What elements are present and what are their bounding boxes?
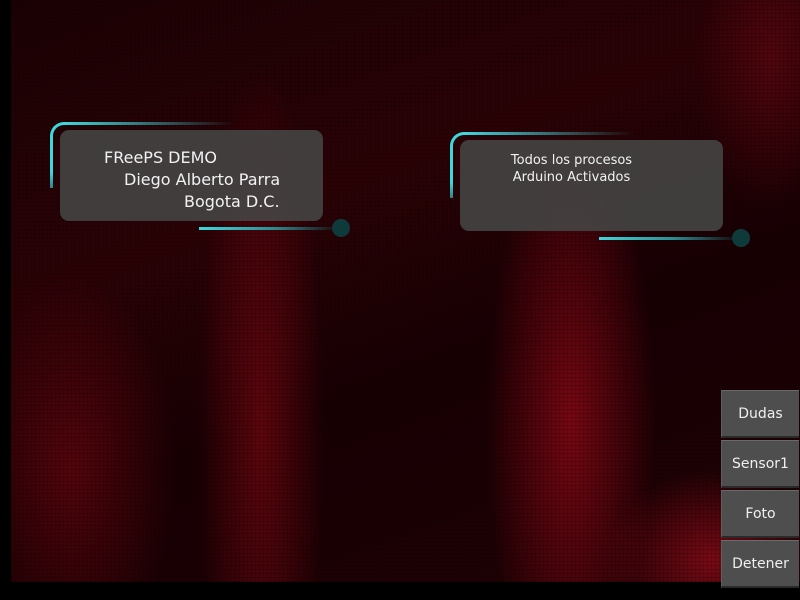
bubble-accent-top: [464, 132, 634, 135]
bubble-tail-line: [599, 237, 733, 240]
app-screen: FReePS DEMO Diego Alberto Parra Bogota D…: [0, 0, 800, 600]
status-bubble-line-1: Todos los procesos: [510, 153, 633, 168]
foto-button[interactable]: Foto: [721, 490, 799, 538]
info-bubble-line-1: FReePS DEMO: [104, 148, 218, 167]
info-bubble-line-2: Diego Alberto Parra: [124, 170, 281, 189]
sensor1-button[interactable]: Sensor1: [721, 440, 799, 488]
dudas-button[interactable]: Dudas: [721, 390, 799, 438]
status-bubble: Todos los procesos Arduino Activados: [450, 132, 760, 252]
bubble-tail-dot: [732, 229, 750, 247]
status-bubble-body: Todos los procesos Arduino Activados: [460, 140, 723, 231]
bubble-accent-top: [64, 122, 234, 125]
detener-button[interactable]: Detener: [721, 540, 799, 588]
bubble-accent-left: [50, 136, 53, 188]
info-bubble-body: FReePS DEMO Diego Alberto Parra Bogota D…: [60, 130, 323, 221]
bubble-tail-dot: [332, 219, 350, 237]
info-bubble-line-3: Bogota D.C.: [184, 192, 280, 211]
bubble-tail-line: [199, 227, 333, 230]
camera-preview: [11, 0, 800, 582]
status-bubble-line-2: Arduino Activados: [512, 170, 631, 185]
info-bubble: FReePS DEMO Diego Alberto Parra Bogota D…: [50, 122, 360, 242]
